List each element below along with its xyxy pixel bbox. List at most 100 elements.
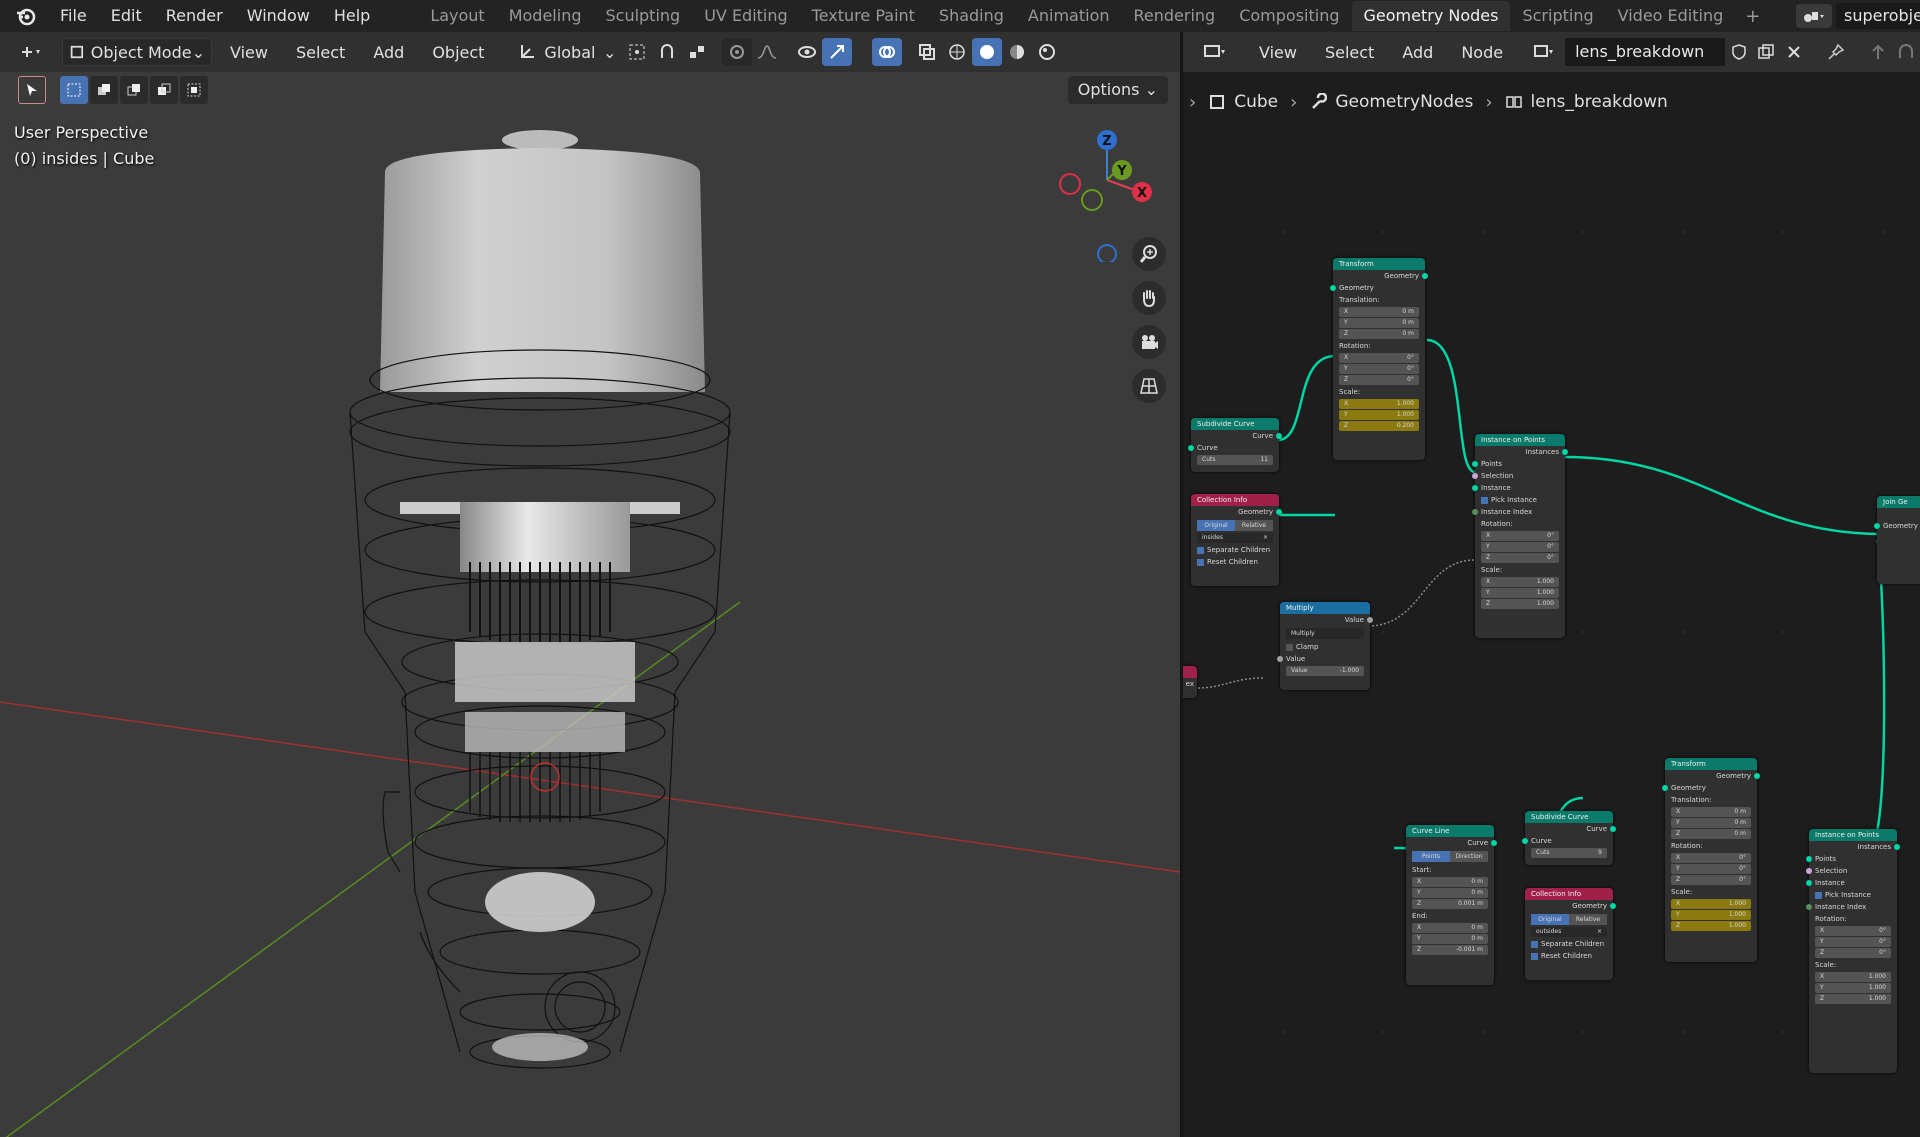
tab-texture-paint[interactable]: Texture Paint	[800, 1, 927, 31]
node-transform-2[interactable]: Transform Geometry Geometry Translation:…	[1662, 758, 1760, 962]
menu-help[interactable]: Help	[322, 0, 382, 32]
scale-x-field[interactable]: X 1.000	[1671, 899, 1751, 909]
select-subtract-icon[interactable]	[120, 76, 148, 104]
socket-value-in[interactable]	[1277, 656, 1283, 662]
node-editor-type-button[interactable]	[1197, 38, 1235, 66]
node-subdivide-curve-2[interactable]: Subdivide Curve Curve Curve Cuts 9	[1522, 811, 1616, 865]
snap-target-icon[interactable]	[682, 38, 712, 66]
cuts-field[interactable]: Cuts 11	[1197, 455, 1273, 465]
node-index-partial[interactable]: ex	[1183, 666, 1197, 698]
add-workspace-button[interactable]: +	[1735, 6, 1770, 27]
transform-space-toggle[interactable]: Original Relative	[1531, 914, 1607, 925]
viewport-menu-object[interactable]: Object	[418, 43, 498, 62]
gizmo-toggle-icon[interactable]	[822, 38, 853, 66]
socket-geometry-in[interactable]	[1330, 285, 1336, 291]
node-menu-select[interactable]: Select	[1311, 43, 1388, 62]
geometry-node-editor[interactable]: View Select Add Node lens_breakdown › Cu…	[1183, 32, 1920, 1137]
translation-x-field[interactable]: X0 m	[1671, 807, 1751, 817]
viewport-menu-select[interactable]: Select	[282, 43, 359, 62]
socket-curve-out[interactable]	[1276, 433, 1282, 439]
snap-icon[interactable]	[652, 38, 682, 66]
socket-instances-out[interactable]	[1894, 844, 1900, 850]
duplicate-icon[interactable]	[1753, 38, 1781, 66]
perspective-toggle-icon[interactable]	[1132, 369, 1166, 403]
tab-geometry-nodes[interactable]: Geometry Nodes	[1351, 1, 1511, 31]
xray-toggle-icon[interactable]	[912, 38, 942, 66]
socket-index-in[interactable]	[1472, 509, 1478, 515]
cuts-field[interactable]: Cuts 9	[1531, 848, 1607, 858]
end-z-field[interactable]: Z -0.001 m	[1412, 945, 1488, 955]
parent-tree-arrow-icon[interactable]	[1864, 38, 1892, 66]
collection-field[interactable]: insides ×	[1197, 533, 1273, 543]
scale-x-field[interactable]: X 1.000	[1815, 972, 1891, 982]
socket-instances-out[interactable]	[1562, 449, 1568, 455]
3d-viewport[interactable]: Object Mode ⌄ View Select Add Object Glo…	[0, 32, 1180, 1137]
rotation-x-field[interactable]: X 0°	[1815, 926, 1891, 936]
solid-shading-icon[interactable]	[972, 38, 1003, 66]
node-transform-1[interactable]: Transform Geometry Geometry Translation:…	[1330, 258, 1428, 460]
menu-edit[interactable]: Edit	[99, 0, 154, 32]
end-y-field[interactable]: Y0 m	[1412, 934, 1488, 944]
socket-geometry-in[interactable]	[1874, 523, 1880, 529]
tab-rendering[interactable]: Rendering	[1122, 1, 1228, 31]
operation-dropdown[interactable]: Multiply	[1286, 628, 1364, 639]
select-invert-icon[interactable]	[150, 76, 178, 104]
mode-dropdown[interactable]: Object Mode ⌄	[62, 38, 212, 66]
select-new-icon[interactable]	[60, 76, 88, 104]
material-shading-icon[interactable]	[1002, 38, 1032, 66]
translation-y-field[interactable]: Y0 m	[1339, 318, 1419, 328]
node-menu-add[interactable]: Add	[1388, 43, 1447, 62]
select-tool-icon[interactable]	[18, 76, 46, 104]
snap-grid-icon[interactable]	[1892, 38, 1920, 66]
breadcrumb-modifier[interactable]: GeometryNodes	[1297, 92, 1485, 112]
pivot-point-icon[interactable]	[622, 38, 652, 66]
rotation-z-field[interactable]: Z 0°	[1671, 875, 1751, 885]
rotation-x-field[interactable]: X 0°	[1671, 853, 1751, 863]
start-z-field[interactable]: Z 0.001 m	[1412, 899, 1488, 909]
rotation-y-field[interactable]: Y 0°	[1339, 364, 1419, 374]
rotation-z-field[interactable]: Z 0°	[1815, 948, 1891, 958]
breadcrumb-node-tree[interactable]: lens_breakdown	[1493, 92, 1680, 112]
socket-curve-out[interactable]	[1610, 826, 1616, 832]
menu-file[interactable]: File	[48, 0, 99, 32]
socket-curve-in[interactable]	[1522, 838, 1528, 844]
rendered-shading-icon[interactable]	[1032, 38, 1062, 66]
scale-y-field[interactable]: Y 1.000	[1815, 983, 1891, 993]
scene-selector-icon[interactable]	[1796, 4, 1832, 28]
pick-instance-checkbox[interactable]: Pick Instance	[1809, 889, 1897, 901]
pick-instance-checkbox[interactable]: Pick Instance	[1475, 494, 1565, 506]
scale-z-field[interactable]: Z 1.000	[1671, 921, 1751, 931]
socket-selection-in[interactable]	[1472, 473, 1478, 479]
menu-render[interactable]: Render	[154, 0, 235, 32]
tab-compositing[interactable]: Compositing	[1227, 1, 1351, 31]
pin-icon[interactable]	[1822, 38, 1850, 66]
collection-field[interactable]: outsides ×	[1531, 927, 1607, 937]
tab-animation[interactable]: Animation	[1016, 1, 1122, 31]
rotation-z-field[interactable]: Z 0°	[1339, 375, 1419, 385]
scale-z-field[interactable]: Z 1.000	[1481, 599, 1559, 609]
socket-instance-in[interactable]	[1806, 880, 1812, 886]
pan-hand-icon[interactable]	[1132, 281, 1166, 315]
tab-uv-editing[interactable]: UV Editing	[692, 1, 799, 31]
rotation-z-field[interactable]: Z 0°	[1481, 553, 1559, 563]
socket-selection-in[interactable]	[1806, 868, 1812, 874]
node-tree-browse-icon[interactable]	[1527, 38, 1565, 66]
scale-x-field[interactable]: X 1.000	[1339, 399, 1419, 409]
clamp-checkbox[interactable]: Clamp	[1280, 641, 1370, 653]
rotation-x-field[interactable]: X 0°	[1481, 531, 1559, 541]
value-field[interactable]: Value -1.000	[1286, 666, 1364, 676]
scale-x-field[interactable]: X 1.000	[1481, 577, 1559, 587]
overlays-toggle-icon[interactable]	[872, 38, 903, 66]
scene-name-field[interactable]: superobje	[1836, 3, 1920, 29]
wireframe-shading-icon[interactable]	[942, 38, 972, 66]
separate-children-checkbox[interactable]: Separate Children	[1191, 544, 1279, 556]
scale-z-field[interactable]: Z 1.000	[1815, 994, 1891, 1004]
options-dropdown[interactable]: Options ⌄	[1067, 76, 1168, 104]
translation-z-field[interactable]: Z0 m	[1339, 329, 1419, 339]
tab-modeling[interactable]: Modeling	[497, 1, 594, 31]
fake-user-shield-icon[interactable]	[1725, 38, 1753, 66]
socket-geometry-out[interactable]	[1422, 273, 1428, 279]
node-curve-line[interactable]: Curve Line Curve Points Direction Start: …	[1406, 825, 1497, 985]
proportional-edit-icon[interactable]	[722, 38, 753, 66]
socket-index-in[interactable]	[1806, 904, 1812, 910]
